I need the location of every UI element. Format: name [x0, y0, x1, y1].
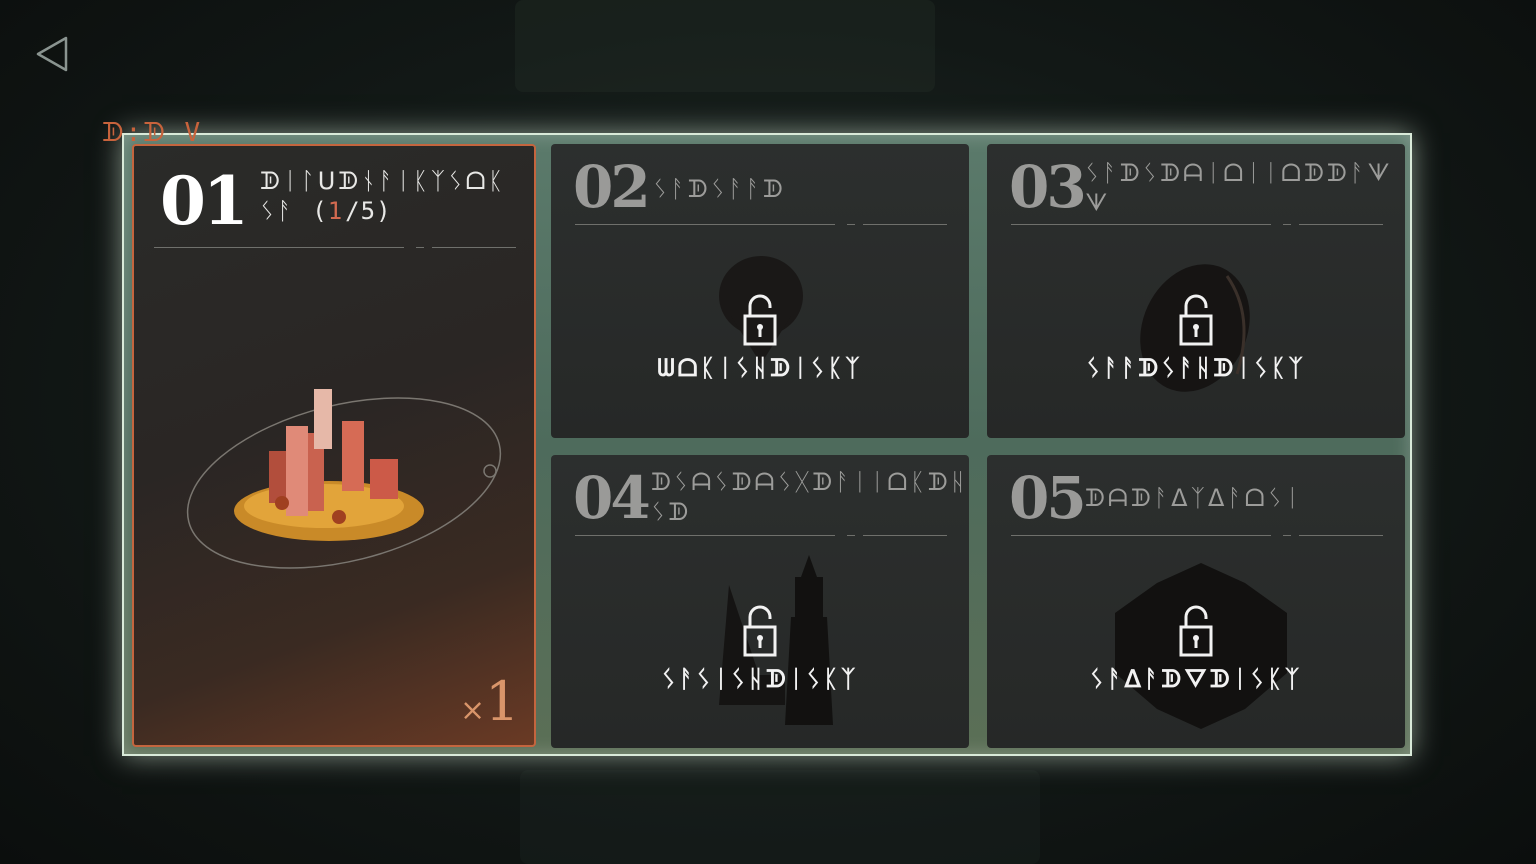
chapter-title: ᗫᛁᛚᑌᗫᚾᚨᛁᛕᛉᛊᗝᛕ ᛊᚨ (1/5) [260, 167, 506, 225]
lock-label: ᛊᚨᛊᛁᛊᚺᗫᛁᛊᛕᛉ [661, 665, 859, 693]
locked-overlay: ᛊᚨᐃᚨᗫᐁᗫᛁᛊᛕᛉ [987, 605, 1405, 693]
divider [863, 535, 947, 536]
lock-icon [1179, 605, 1213, 657]
divider [575, 535, 835, 536]
locked-overlay: ᛊᚨᚨᗫᛊᚨᚺᗫᛁᛊᛕᛉ [987, 294, 1405, 382]
quantity: ×1 [460, 670, 520, 733]
chapter-number: 01 [160, 162, 249, 240]
lock-label: ᗯᗝᛕᛁᛊᚺᗫᛁᛊᛕᛉ [657, 354, 863, 382]
divider [575, 224, 835, 225]
divider [154, 247, 404, 248]
divider [1011, 535, 1271, 536]
chapter-number: 02 [573, 153, 651, 221]
divider [1299, 224, 1383, 225]
divider [432, 247, 516, 248]
divider-gap [1283, 535, 1291, 536]
chapter-number: 04 [573, 464, 651, 532]
locked-overlay: ᛊᚨᛊᛁᛊᚺᗫᛁᛊᛕᛉ [551, 605, 969, 693]
lock-icon [1179, 294, 1213, 346]
divider [863, 224, 947, 225]
chapter-title: ᗫᗩᗫᚨᐃᛉᐃᚨᗝᛊᛁ [1085, 484, 1303, 512]
back-button[interactable] [30, 32, 74, 76]
background-panel-bottom [520, 770, 1040, 864]
chapter-card-02[interactable]: 02 ᛊᚨᗫᛊᚨᚨᗫ ᗯᗝᛕᛁᛊᚺᗫᛁᛊᛕᛉ [551, 144, 969, 438]
lock-label: ᛊᚨᚨᗫᛊᚨᚺᗫᛁᛊᛕᛉ [1086, 354, 1306, 382]
island-illustration [186, 389, 502, 569]
lock-icon [743, 605, 777, 657]
chapter-number: 03 [1009, 153, 1087, 221]
chapter-title: ᛊᚨᗫᛊᚨᚨᗫ [653, 175, 786, 203]
divider [1299, 535, 1383, 536]
chapter-number: 05 [1009, 464, 1087, 532]
chapter-title: ᛊᚨᗫᛊᗫᗩᛁᗝᛁᛁᗝᗫᗫᚨᗐ ᗐ [1085, 159, 1393, 217]
chapter-card-05[interactable]: 05 ᗫᗩᗫᚨᐃᛉᐃᚨᗝᛊᛁ ᛊᚨᐃᚨᗫᐁᗫᛁᛊᛕᛉ [987, 455, 1405, 748]
lock-label: ᛊᚨᐃᚨᗫᐁᗫᛁᛊᛕᛉ [1089, 665, 1303, 693]
divider-gap [416, 247, 424, 248]
chapter-card-01[interactable]: 01 ᗫᛁᛚᑌᗫᚾᚨᛁᛕᛉᛊᗝᛕ ᛊᚨ (1/5) ×1 [132, 144, 536, 747]
locked-overlay: ᗯᗝᛕᛁᛊᚺᗫᛁᛊᛕᛉ [551, 294, 969, 382]
divider-gap [847, 535, 855, 536]
chapter-selection-panel: 01 ᗫᛁᛚᑌᗫᚾᚨᛁᛕᛉᛊᗝᛕ ᛊᚨ (1/5) ×1 02 ᛊᚨᗫᛊᚨᚨᗫ … [122, 133, 1412, 756]
lock-icon [743, 294, 777, 346]
chapter-title: ᗫᛊᗩᛊᗫᗩᛊᚷᗫᚨᛁᛁᗝᛕᗫᚺᚨ ᛊᗫ [651, 468, 969, 526]
divider-gap [847, 224, 855, 225]
divider-gap [1283, 224, 1291, 225]
chapter-card-03[interactable]: 03 ᛊᚨᗫᛊᗫᗩᛁᗝᛁᛁᗝᗫᗫᚨᗐ ᗐ ᛊᚨᚨᗫᛊᚨᚺᗫᛁᛊᛕᛉ [987, 144, 1405, 438]
divider [1011, 224, 1271, 225]
current-chapter-mark: ᗫ:ᗫ V [102, 118, 203, 148]
back-triangle-icon [36, 36, 68, 72]
progress-current: 1 [327, 197, 346, 225]
background-panel [515, 0, 935, 92]
chapter-card-04[interactable]: 04 ᗫᛊᗩᛊᗫᗩᛊᚷᗫᚨᛁᛁᗝᛕᗫᚺᚨ ᛊᗫ ᛊᚨᛊᛁᛊᚺᗫᛁᛊᛕᛉ [551, 455, 969, 748]
